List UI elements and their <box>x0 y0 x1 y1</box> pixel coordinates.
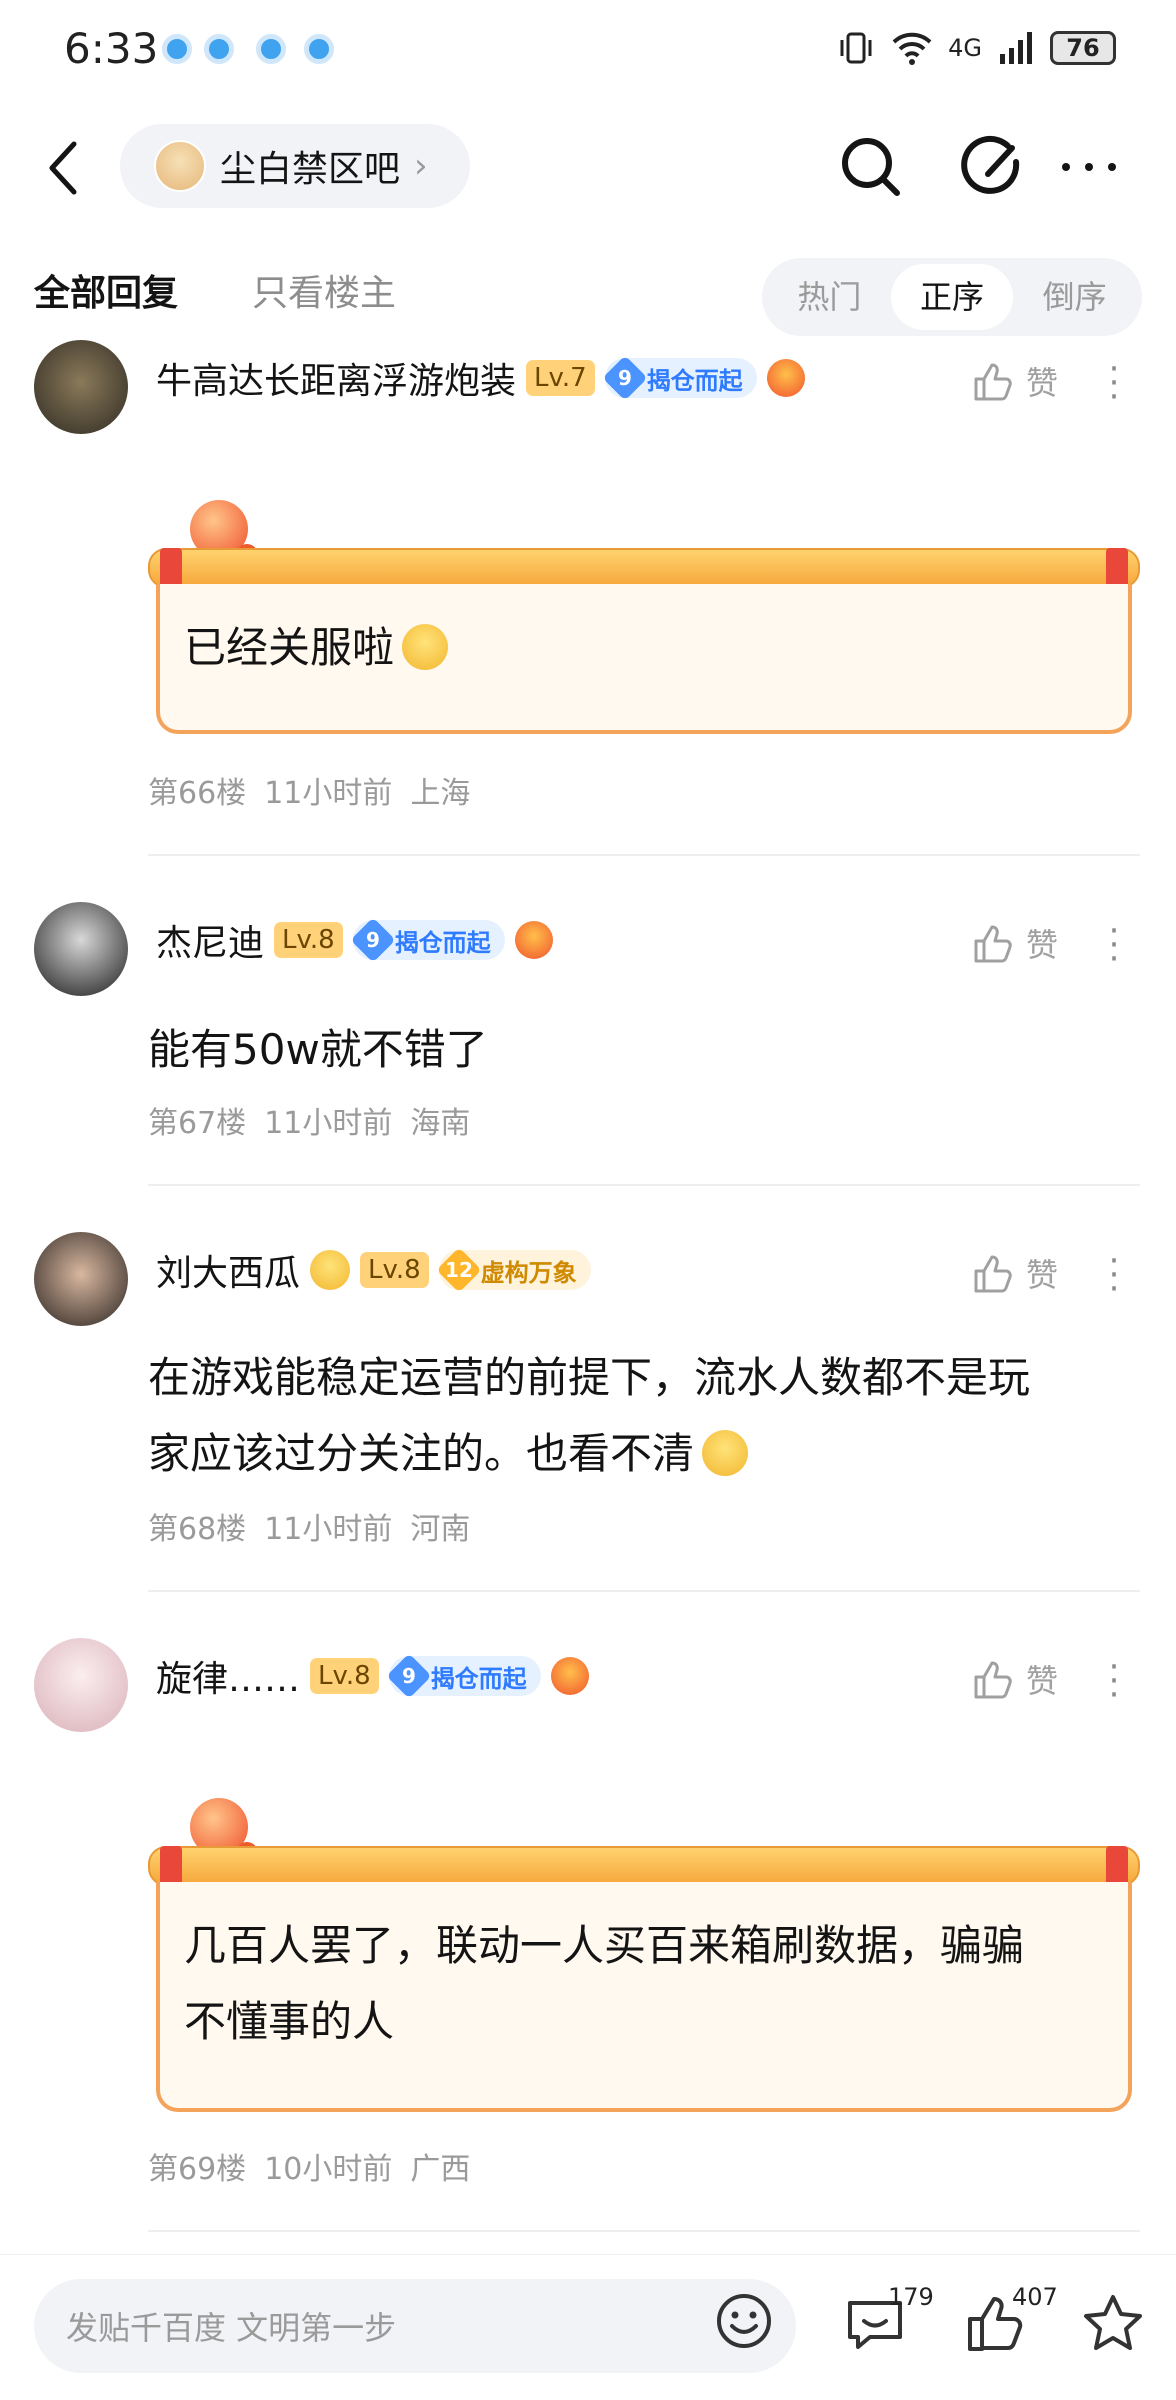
thumb-up-icon <box>974 363 1012 401</box>
network-type: 4G <box>948 34 982 62</box>
search-icon[interactable] <box>836 132 906 202</box>
honor-badge: 9 揭仓而起 <box>386 1653 541 1699</box>
divider <box>148 854 1140 856</box>
thumb-up-icon <box>974 1255 1012 1293</box>
comment-count: 179 <box>888 2283 934 2311</box>
back-icon[interactable] <box>44 138 84 198</box>
level-badge: Lv.8 <box>310 1658 379 1694</box>
reply-meta: 第66楼 11小时前 上海 <box>148 768 470 812</box>
sort-ascending[interactable]: 正序 <box>890 264 1014 330</box>
sort-hot[interactable]: 热门 <box>768 264 891 330</box>
sort-switch: 热门 正序 倒序 <box>762 258 1142 336</box>
avatar[interactable] <box>34 1638 128 1732</box>
forum-entry[interactable]: 尘白禁区吧 › <box>120 124 470 208</box>
chevron-right-icon: › <box>414 146 428 186</box>
notification-icon <box>256 34 286 64</box>
notification-icon <box>204 34 234 64</box>
level-badge: Lv.8 <box>360 1252 429 1288</box>
honor-badge: 12 虚构万象 <box>436 1247 591 1293</box>
ip-location: 上海 <box>410 776 471 811</box>
battery-icon: 76 <box>1050 31 1116 65</box>
reply-content: 能有50w就不错了 <box>148 1025 488 1074</box>
pendant-icon <box>514 921 553 959</box>
floor-number: 第67楼 <box>148 1106 247 1141</box>
like-button[interactable]: 赞 <box>970 358 1058 404</box>
divider <box>148 1184 1140 1186</box>
more-options-icon[interactable]: · · · <box>1108 1650 1120 1712</box>
username[interactable]: 杰尼迪 <box>156 914 264 966</box>
reply-tabs: 全部回复 只看楼主 热门 正序 倒序 <box>0 250 1176 350</box>
tab-all-replies[interactable]: 全部回复 <box>34 264 178 316</box>
reply-input[interactable]: 发贴千百度 文明第一步 <box>34 2279 796 2373</box>
battery-level: 76 <box>1066 34 1100 62</box>
more-options-icon[interactable]: · · · <box>1108 1244 1120 1306</box>
laugh-emoji-icon <box>310 1250 351 1290</box>
ip-location: 广西 <box>410 2152 471 2187</box>
notification-icon <box>304 34 334 64</box>
username[interactable]: 旋律…… <box>156 1650 300 1702</box>
like-button[interactable]: 赞 <box>970 1656 1058 1702</box>
ip-location: 海南 <box>410 1106 471 1141</box>
user-line: 旋律…… Lv.8 9 揭仓而起 <box>156 1650 589 1702</box>
like-button[interactable]: 赞 <box>970 1250 1058 1296</box>
signal-icon <box>1000 32 1032 64</box>
divider <box>148 2230 1140 2232</box>
thumb-up-icon <box>974 1661 1012 1699</box>
emoji-icon[interactable] <box>714 2291 774 2351</box>
floor-number: 第66楼 <box>148 776 247 811</box>
status-icons: 4G 76 <box>836 28 1116 68</box>
like-count: 407 <box>1012 2283 1058 2311</box>
floor-number: 第69楼 <box>148 2152 247 2187</box>
username[interactable]: 刘大西瓜 <box>156 1244 300 1296</box>
status-time: 6:33 <box>64 24 159 73</box>
bottom-bar: 发贴千百度 文明第一步 179 407 <box>0 2254 1176 2400</box>
vibrate-icon <box>840 32 872 64</box>
reply-content: 已经关服啦 <box>184 610 1124 686</box>
reply-time: 11小时前 <box>264 1512 393 1547</box>
username[interactable]: 牛高达长距离浮游炮装 <box>156 352 516 404</box>
pendant-icon <box>550 1657 589 1695</box>
forum-name: 尘白禁区吧 <box>220 149 401 190</box>
more-options-icon[interactable]: · · · <box>1108 914 1120 976</box>
reply-meta: 第68楼 11小时前 河南 <box>148 1504 470 1548</box>
level-badge: Lv.7 <box>526 360 595 396</box>
thumb-up-icon <box>974 925 1012 963</box>
reply-content: 几百人罢了，联动一人买百来箱刷数据，骗骗 不懂事的人 <box>184 1921 1025 2046</box>
top-nav: 尘白禁区吧 › <box>0 110 1176 220</box>
reply-time: 11小时前 <box>264 776 393 811</box>
reply-meta: 第67楼 11小时前 海南 <box>148 1098 470 1142</box>
edit-post-icon[interactable] <box>958 132 1028 202</box>
avatar[interactable] <box>34 340 128 434</box>
user-line: 杰尼迪 Lv.8 9 揭仓而起 <box>156 914 553 966</box>
reply-time: 10小时前 <box>264 2152 393 2187</box>
tab-op-only[interactable]: 只看楼主 <box>252 264 396 316</box>
grin-emoji-icon <box>402 624 449 670</box>
like-button[interactable]: 赞 <box>970 920 1058 966</box>
ip-location: 河南 <box>410 1512 471 1547</box>
worried-emoji-icon <box>702 1430 749 1476</box>
more-icon[interactable] <box>1054 132 1124 202</box>
reply-content: 在游戏能稳定运营的前提下，流水人数都不是玩 家应该过分关注的。也看不清 <box>148 1353 1031 1478</box>
star-icon[interactable] <box>1078 2289 1148 2359</box>
floor-number: 第68楼 <box>148 1512 247 1547</box>
scroll-bubble: 已经关服啦 <box>148 500 1140 738</box>
divider <box>148 1590 1140 1592</box>
user-line: 牛高达长距离浮游炮装 Lv.7 9 揭仓而起 <box>156 352 805 404</box>
reply-meta: 第69楼 10小时前 广西 <box>148 2144 470 2188</box>
forum-avatar <box>154 140 206 192</box>
more-options-icon[interactable]: · · · <box>1108 352 1120 414</box>
user-line: 刘大西瓜 Lv.8 12 虚构万象 <box>156 1244 591 1296</box>
status-bar: 6:33 4G 76 <box>0 0 1176 100</box>
honor-badge: 9 揭仓而起 <box>602 355 757 401</box>
wifi-icon <box>892 32 932 65</box>
avatar[interactable] <box>34 1232 128 1326</box>
sort-descending[interactable]: 倒序 <box>1013 264 1136 330</box>
pendant-icon <box>766 359 805 397</box>
honor-badge: 9 揭仓而起 <box>350 917 505 963</box>
avatar[interactable] <box>34 902 128 996</box>
scroll-bubble: 几百人罢了，联动一人买百来箱刷数据，骗骗 不懂事的人 <box>148 1798 1140 2116</box>
level-badge: Lv.8 <box>274 922 343 958</box>
reply-time: 11小时前 <box>264 1106 393 1141</box>
notification-icon <box>162 34 192 64</box>
